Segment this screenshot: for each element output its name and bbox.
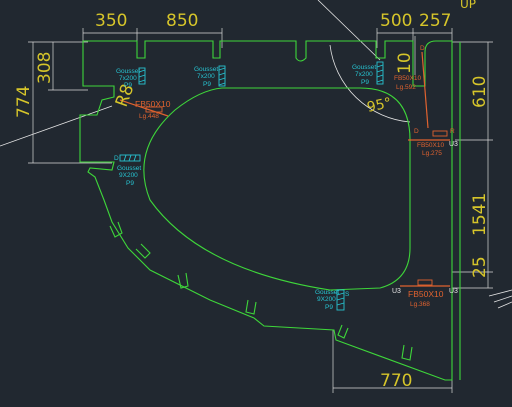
flatbar-length: Lg.448: [139, 113, 159, 120]
gusset-title: Gousset: [315, 289, 339, 296]
flatbar-length: Lg.275: [422, 150, 442, 157]
flatbar-label-2: FB50X10 Lg.592: [394, 75, 421, 91]
gusset-label-5: Gousset 9X200 P9: [315, 289, 339, 311]
dim-right-lower: 1541: [470, 193, 490, 236]
flatbar-label-4: FB50X10 Lg.368: [408, 289, 444, 308]
gusset-title: Gousset: [352, 64, 376, 71]
dim-top-left: 350: [95, 11, 127, 31]
dim-top-right-b: 257: [419, 11, 451, 31]
gusset-title: Gousset: [116, 68, 140, 75]
flatbar-name: FB50X10: [394, 75, 421, 82]
flatbar-length: Lg.592: [396, 84, 416, 91]
dim-left-upper: 308: [35, 52, 55, 84]
gusset-size: 7x200: [119, 75, 137, 82]
dim-top-mid: 850: [166, 11, 198, 31]
gusset-grade: P9: [361, 79, 369, 86]
d-label: D: [420, 45, 425, 52]
gusset-title: Gousset: [194, 66, 218, 73]
dim-inner-10: 10: [395, 52, 415, 74]
gusset-label-2: Gousset 7x200 P9: [194, 66, 218, 88]
flatbar-name: FB50X10: [135, 99, 171, 109]
flatbar-name: FB50X10: [408, 289, 444, 299]
angle-label: 95°: [366, 95, 394, 116]
gusset-label-3: Gousset 7x200 P9: [352, 64, 376, 86]
dim-left-lower: 774: [14, 86, 34, 118]
u3-label: U3: [449, 288, 458, 295]
dim-right-small: 25: [470, 256, 490, 278]
d-label: D: [414, 128, 419, 135]
gusset-size: 9X200: [317, 296, 336, 303]
s-label: S: [345, 291, 350, 298]
flatbar-name: FB50X10: [417, 142, 444, 149]
gusset-size: 7x200: [355, 71, 373, 78]
gusset-size: 9X200: [119, 172, 138, 179]
r-label: R: [450, 128, 455, 135]
up-label: UP: [460, 0, 476, 11]
flatbar-hatches: [145, 106, 448, 286]
flatbar-label-1: FB50X10 Lg.448: [135, 99, 171, 120]
cad-drawing: 350 850 500 257 308 774 610 1541 25 10 7…: [0, 0, 512, 393]
gusset-title: Gousset: [117, 165, 141, 172]
dim-right-upper: 610: [470, 76, 490, 108]
gusset-grade: P9: [124, 82, 132, 89]
dimension-lines: [28, 28, 493, 393]
gusset-label-4: Gousset 9X200 P9: [117, 165, 141, 187]
dim-bottom: 770: [380, 371, 412, 391]
flatbar-length: Lg.368: [410, 301, 430, 308]
gusset-grade: P9: [203, 81, 211, 88]
dim-top-right-a: 500: [380, 11, 412, 31]
u3-label: U3: [392, 288, 401, 295]
u3-label: U3: [449, 141, 458, 148]
gusset-grade: P9: [325, 304, 333, 311]
gusset-grade: P9: [126, 180, 134, 187]
flatbar-label-3: FB50X10 Lg.275: [417, 142, 444, 157]
gusset-size: 7x200: [197, 73, 215, 80]
d-label: D: [114, 155, 119, 162]
